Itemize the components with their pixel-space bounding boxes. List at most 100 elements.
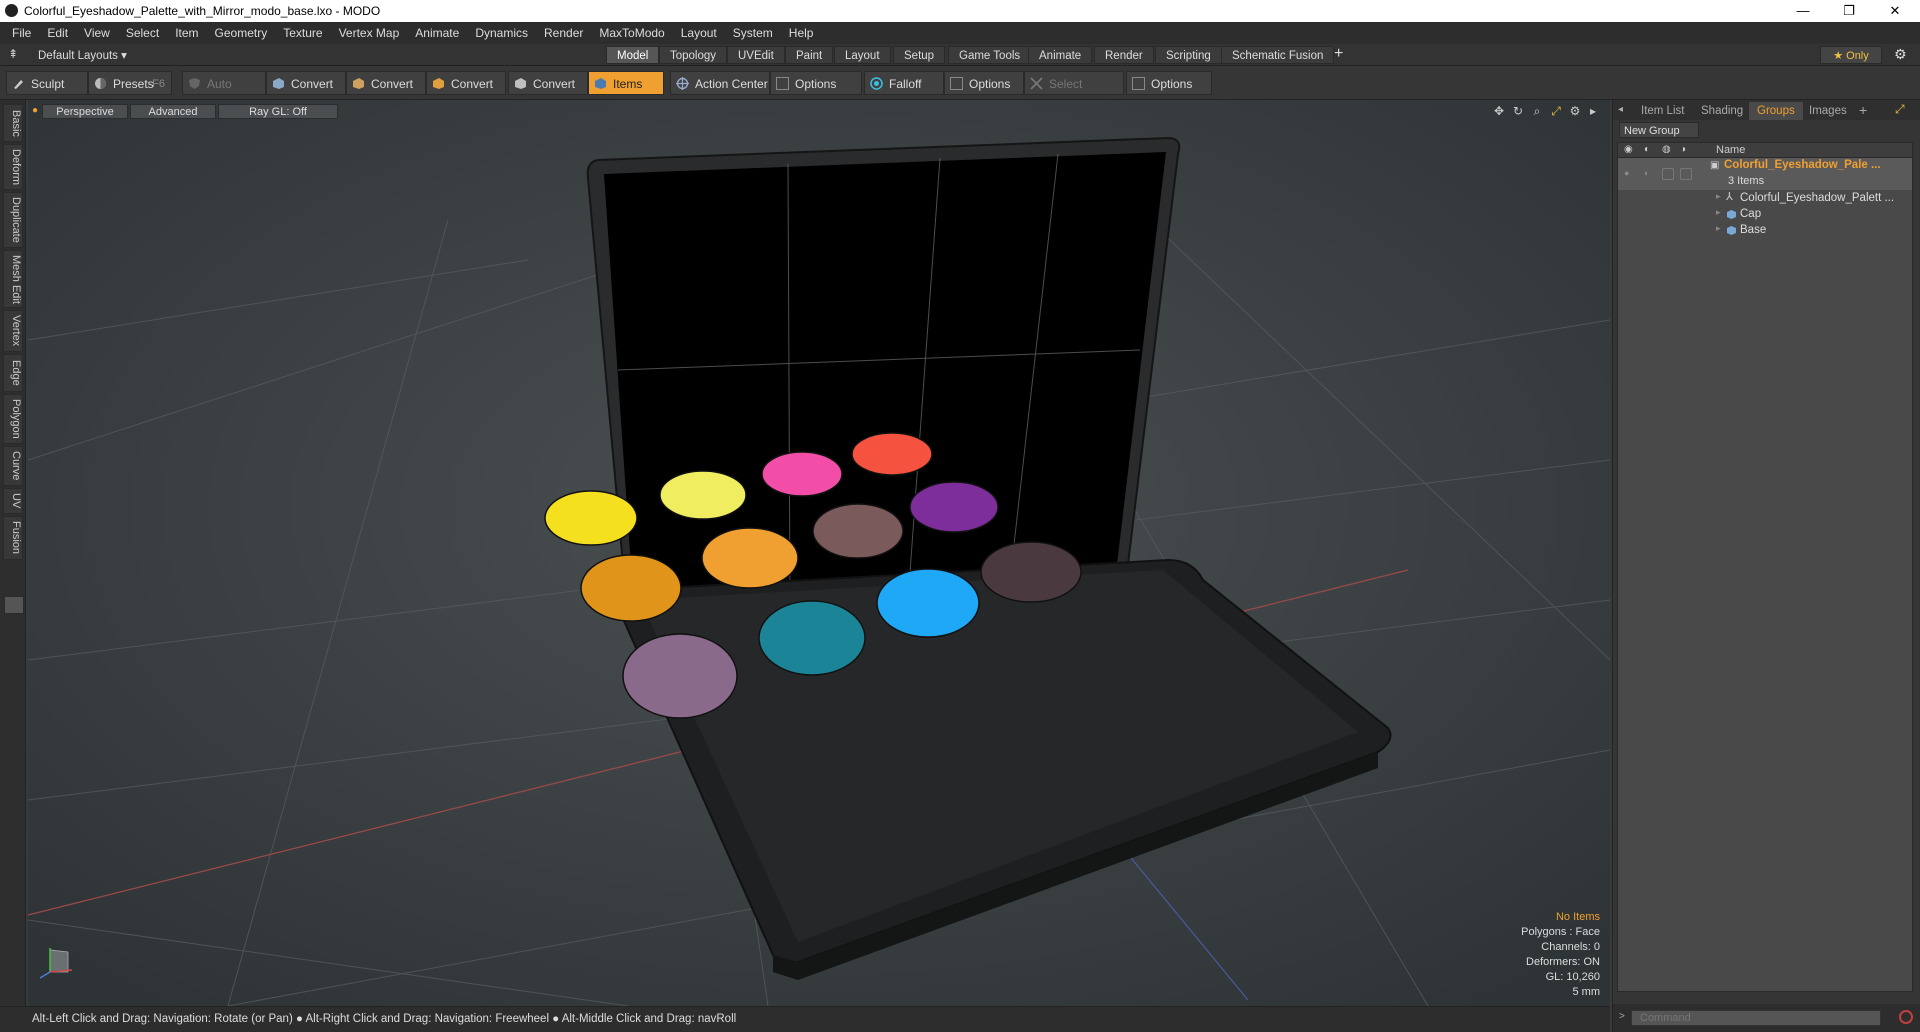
layout-bar: ⇞ Default Layouts ▾ Model Topology UVEdi… [0,44,1920,66]
menu-dynamics[interactable]: Dynamics [467,22,536,44]
tab-groups[interactable]: Groups [1749,102,1803,120]
menu-help[interactable]: Help [781,22,822,44]
vtab-vertex[interactable]: Vertex [3,310,23,352]
menu-vertex-map[interactable]: Vertex Map [331,22,408,44]
auto-select-button[interactable]: Auto Select [182,71,266,115]
raygl-toggle[interactable]: Ray GL: Off [218,104,338,119]
menu-file[interactable]: File [0,22,39,44]
group-name: Colorful_Eyeshadow_Pale ... [1724,159,1881,171]
tab-model[interactable]: Model [606,46,660,64]
layouts-dropdown[interactable]: Default Layouts ▾ [38,48,127,62]
tab-setup[interactable]: Setup [893,46,946,64]
tab-layout[interactable]: Layout [834,46,891,64]
vtab-curve[interactable]: Curve [3,446,23,486]
convert-button-2[interactable]: Convert [346,71,426,95]
convert-button-3[interactable]: Convert [426,71,506,95]
expand-icon[interactable]: ▸ [1716,207,1721,218]
menu-select[interactable]: Select [118,22,167,44]
tab-render[interactable]: Render [1094,46,1154,64]
tree-row-base[interactable]: ▸ Base [1618,223,1912,238]
record-icon[interactable] [1899,1010,1913,1024]
menu-maxtomodo[interactable]: MaxToModo [591,22,672,44]
convert-button-4[interactable]: Convert [508,71,588,95]
move-view-icon[interactable]: ✥ [1492,104,1506,118]
options-button-2[interactable]: Options [944,71,1024,95]
tab-item-list[interactable]: Item List [1633,102,1692,120]
advanced-dropdown[interactable]: Advanced [130,104,216,119]
vtab-basic[interactable]: Basic [3,104,23,142]
menu-edit[interactable]: Edit [39,22,76,44]
tree-row-cap[interactable]: ▸ Cap [1618,207,1912,222]
tab-images[interactable]: Images [1801,102,1855,120]
menu-texture[interactable]: Texture [275,22,330,44]
menu-animate[interactable]: Animate [407,22,467,44]
eyeshadow-swatch [758,600,866,676]
vtab-deform[interactable]: Deform [3,144,23,190]
tab-uvedit[interactable]: UVEdit [727,46,785,64]
tab-shading[interactable]: Shading [1693,102,1751,120]
presets-button[interactable]: Presets F6 [88,71,172,95]
tab-topology[interactable]: Topology [659,46,728,64]
tab-scripting[interactable]: Scripting [1155,46,1222,64]
perspective-dropdown[interactable]: Perspective [42,104,128,119]
render-toggle[interactable]: ◐ [1644,168,1649,178]
vtab-duplicate[interactable]: Duplicate [3,192,23,248]
items-button[interactable]: Items [588,71,664,95]
vtab-fusion[interactable]: Fusion [3,516,23,560]
add-panel-tab-button[interactable]: + [1859,102,1867,118]
vtab-mesh-edit[interactable]: Mesh Edit [3,250,23,308]
menu-system[interactable]: System [725,22,781,44]
options-button-1[interactable]: Options [770,71,862,95]
zoom-view-icon[interactable]: ⌕ [1530,104,1544,118]
sculpt-button[interactable]: Sculpt [6,71,88,95]
right-panel-tabs: ◂ Item List Shading Groups Images + ⤢ [1613,100,1920,120]
group-row[interactable]: ● ◐ ▣ Colorful_Eyeshadow_Pale ... 3 Item… [1618,158,1912,190]
select-toggle[interactable] [1680,168,1692,180]
visibility-toggle[interactable]: ● [1624,168,1629,178]
gear-icon[interactable]: ⚙ [1894,46,1907,63]
collapse-arrow-icon[interactable]: ⇞ [8,47,18,61]
minimize-button[interactable]: — [1780,0,1826,22]
falloff-button[interactable]: Falloff [864,71,944,95]
3d-viewport[interactable]: ● Perspective Advanced Ray GL: Off ✥ ↻ ⌕… [28,100,1610,1006]
expand-arrow-icon[interactable]: ▸ [1586,104,1600,118]
command-arrow-icon: > [1619,1011,1625,1022]
panel-toggle-button[interactable] [4,596,24,614]
rotate-view-icon[interactable]: ↻ [1511,104,1525,118]
command-input[interactable] [1631,1010,1881,1026]
add-tab-button[interactable]: + [1334,45,1343,63]
name-column-header[interactable]: Name [1716,144,1745,156]
tab-game-tools[interactable]: Game Tools [948,46,1032,64]
maximize-button[interactable]: ❐ [1826,0,1872,22]
expand-icon[interactable]: ▸ [1716,223,1721,234]
vtab-edge[interactable]: Edge [3,354,23,392]
close-button[interactable]: ✕ [1872,0,1918,22]
only-toggle[interactable]: ★ Only [1820,46,1882,64]
vtab-uv[interactable]: UV [3,488,23,514]
shield-icon [189,78,200,89]
new-group-button[interactable]: New Group [1619,122,1699,138]
menu-render[interactable]: Render [536,22,591,44]
tab-schematic-fusion[interactable]: Schematic Fusion [1221,46,1335,64]
menu-layout[interactable]: Layout [673,22,725,44]
options-button-3[interactable]: Options [1126,71,1212,95]
tab-paint[interactable]: Paint [785,46,834,64]
viewport-settings-icon[interactable]: ⚙ [1568,104,1582,118]
vtab-polygon[interactable]: Polygon [3,394,23,444]
menu-geometry[interactable]: Geometry [207,22,276,44]
select-through-button[interactable]: Select Through [1024,71,1124,115]
menu-view[interactable]: View [76,22,118,44]
tab-animate[interactable]: Animate [1028,46,1093,64]
fit-view-icon[interactable]: ⤢ [1549,104,1563,118]
convert-button-1[interactable]: Convert [266,71,346,95]
expand-icon[interactable]: ▸ [1716,191,1721,202]
panel-expand-icon[interactable]: ⤢ [1895,102,1905,117]
status-hint-text: Alt-Left Click and Drag: Navigation: Rot… [32,1013,737,1025]
viewport-menu-icon[interactable]: ● [32,105,38,116]
group-folder-icon: ▣ [1710,160,1720,171]
action-center-button[interactable]: Action Center [670,71,770,95]
lock-toggle[interactable] [1662,168,1674,180]
tree-row-mesh[interactable]: ▸ ⅄ Colorful_Eyeshadow_Palett ... [1618,191,1912,206]
menu-item[interactable]: Item [167,22,206,44]
panel-menu-icon[interactable]: ◂ [1618,104,1623,115]
